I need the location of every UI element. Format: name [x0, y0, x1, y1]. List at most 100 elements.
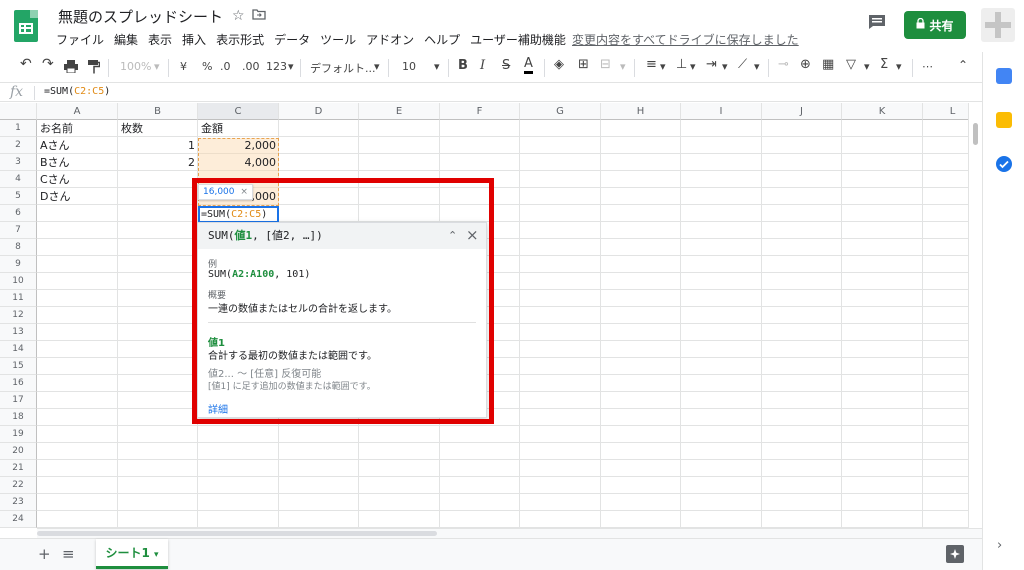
grid-cell[interactable]: [359, 426, 440, 443]
cell-a1[interactable]: お名前: [37, 120, 118, 137]
grid-cell[interactable]: [198, 494, 279, 511]
row-header[interactable]: 8: [0, 239, 37, 256]
row-header[interactable]: 7: [0, 222, 37, 239]
grid-cell[interactable]: [37, 443, 118, 460]
cell-b2[interactable]: 1: [118, 137, 198, 154]
grid-cell[interactable]: [37, 511, 118, 528]
grid-cell[interactable]: [681, 154, 762, 171]
grid-cell[interactable]: [440, 477, 520, 494]
grid-cell[interactable]: [520, 256, 601, 273]
column-header-e[interactable]: E: [359, 103, 440, 120]
grid-cell[interactable]: [762, 307, 842, 324]
row-header[interactable]: 4: [0, 171, 37, 188]
grid-cell[interactable]: [520, 392, 601, 409]
grid-cell[interactable]: [601, 375, 681, 392]
grid-cell[interactable]: [842, 205, 923, 222]
text-wrap-icon[interactable]: ⇥: [706, 57, 717, 72]
star-icon[interactable]: ☆: [232, 8, 245, 24]
all-sheets-button[interactable]: ≡: [62, 545, 75, 563]
cell-a2[interactable]: Aさん: [37, 137, 118, 154]
grid-cell[interactable]: [842, 409, 923, 426]
grid-cell[interactable]: [601, 409, 681, 426]
grid-cell[interactable]: [520, 239, 601, 256]
grid-cell[interactable]: [842, 392, 923, 409]
grid-cell[interactable]: [601, 392, 681, 409]
row-header[interactable]: 24: [0, 511, 37, 528]
row-header[interactable]: 13: [0, 324, 37, 341]
grid-cell[interactable]: [279, 477, 359, 494]
grid-cell[interactable]: [520, 341, 601, 358]
add-sheet-button[interactable]: +: [38, 545, 51, 563]
grid-cell[interactable]: [118, 375, 198, 392]
grid-cell[interactable]: [762, 494, 842, 511]
grid-cell[interactable]: [681, 460, 762, 477]
tasks-icon[interactable]: [996, 156, 1012, 172]
menu-edit[interactable]: 編集: [114, 31, 138, 48]
grid-cell[interactable]: [842, 341, 923, 358]
row-header[interactable]: 15: [0, 358, 37, 375]
vertical-scrollbar[interactable]: [968, 103, 982, 528]
grid-cell[interactable]: [520, 358, 601, 375]
grid-cell[interactable]: [37, 205, 118, 222]
filter-dropdown-icon[interactable]: ▾: [864, 60, 870, 73]
grid-cell[interactable]: [279, 426, 359, 443]
grid-cell[interactable]: [37, 358, 118, 375]
grid-cell[interactable]: [762, 205, 842, 222]
menu-data[interactable]: データ: [274, 31, 310, 48]
grid-cell[interactable]: [762, 324, 842, 341]
font-family-select[interactable]: デフォルト...: [310, 60, 376, 76]
grid-cell[interactable]: [198, 460, 279, 477]
grid-cell[interactable]: [842, 154, 923, 171]
grid-cell[interactable]: [681, 494, 762, 511]
select-all-corner[interactable]: [0, 103, 37, 120]
grid-cell[interactable]: [118, 205, 198, 222]
cell-a5[interactable]: Dさん: [37, 188, 118, 205]
grid-cell[interactable]: [520, 307, 601, 324]
grid-cell[interactable]: [842, 307, 923, 324]
column-header-f[interactable]: F: [440, 103, 520, 120]
row-header[interactable]: 16: [0, 375, 37, 392]
row-header[interactable]: 1: [0, 120, 37, 137]
grid-cell[interactable]: [762, 341, 842, 358]
grid-cell[interactable]: [601, 494, 681, 511]
row-header[interactable]: 22: [0, 477, 37, 494]
grid-cell[interactable]: [359, 137, 440, 154]
column-header-b[interactable]: B: [118, 103, 198, 120]
grid-cell[interactable]: [359, 154, 440, 171]
grid-cell[interactable]: [842, 137, 923, 154]
grid-cell[interactable]: [842, 511, 923, 528]
grid-cell[interactable]: [520, 222, 601, 239]
grid-cell[interactable]: [601, 290, 681, 307]
calendar-icon[interactable]: [996, 68, 1012, 84]
more-formats-dropdown-icon[interactable]: ▾: [288, 60, 294, 73]
grid-cell[interactable]: [842, 426, 923, 443]
grid-cell[interactable]: [118, 239, 198, 256]
row-header[interactable]: 2: [0, 137, 37, 154]
grid-cell[interactable]: [520, 477, 601, 494]
borders-icon[interactable]: ⊞: [578, 57, 589, 72]
grid-cell[interactable]: [198, 511, 279, 528]
grid-cell[interactable]: [681, 426, 762, 443]
text-wrap-dropdown-icon[interactable]: ▾: [722, 60, 728, 73]
grid-cell[interactable]: [762, 188, 842, 205]
grid-cell[interactable]: [762, 460, 842, 477]
grid-cell[interactable]: [681, 392, 762, 409]
grid-cell[interactable]: [118, 188, 198, 205]
grid-cell[interactable]: [118, 494, 198, 511]
grid-cell[interactable]: [681, 409, 762, 426]
share-button[interactable]: 共有: [904, 11, 966, 39]
grid-cell[interactable]: [842, 120, 923, 137]
grid-cell[interactable]: [440, 120, 520, 137]
grid-cell[interactable]: [118, 392, 198, 409]
grid-cell[interactable]: [681, 307, 762, 324]
decrease-decimal-button[interactable]: .0: [220, 60, 231, 73]
italic-button[interactable]: I: [480, 58, 485, 73]
grid-cell[interactable]: [37, 426, 118, 443]
grid-cell[interactable]: [440, 494, 520, 511]
grid-cell[interactable]: [681, 188, 762, 205]
grid-cell[interactable]: [359, 477, 440, 494]
grid-cell[interactable]: [762, 154, 842, 171]
zoom-select[interactable]: 100%: [120, 60, 151, 73]
grid-cell[interactable]: [118, 426, 198, 443]
grid-cell[interactable]: [118, 171, 198, 188]
